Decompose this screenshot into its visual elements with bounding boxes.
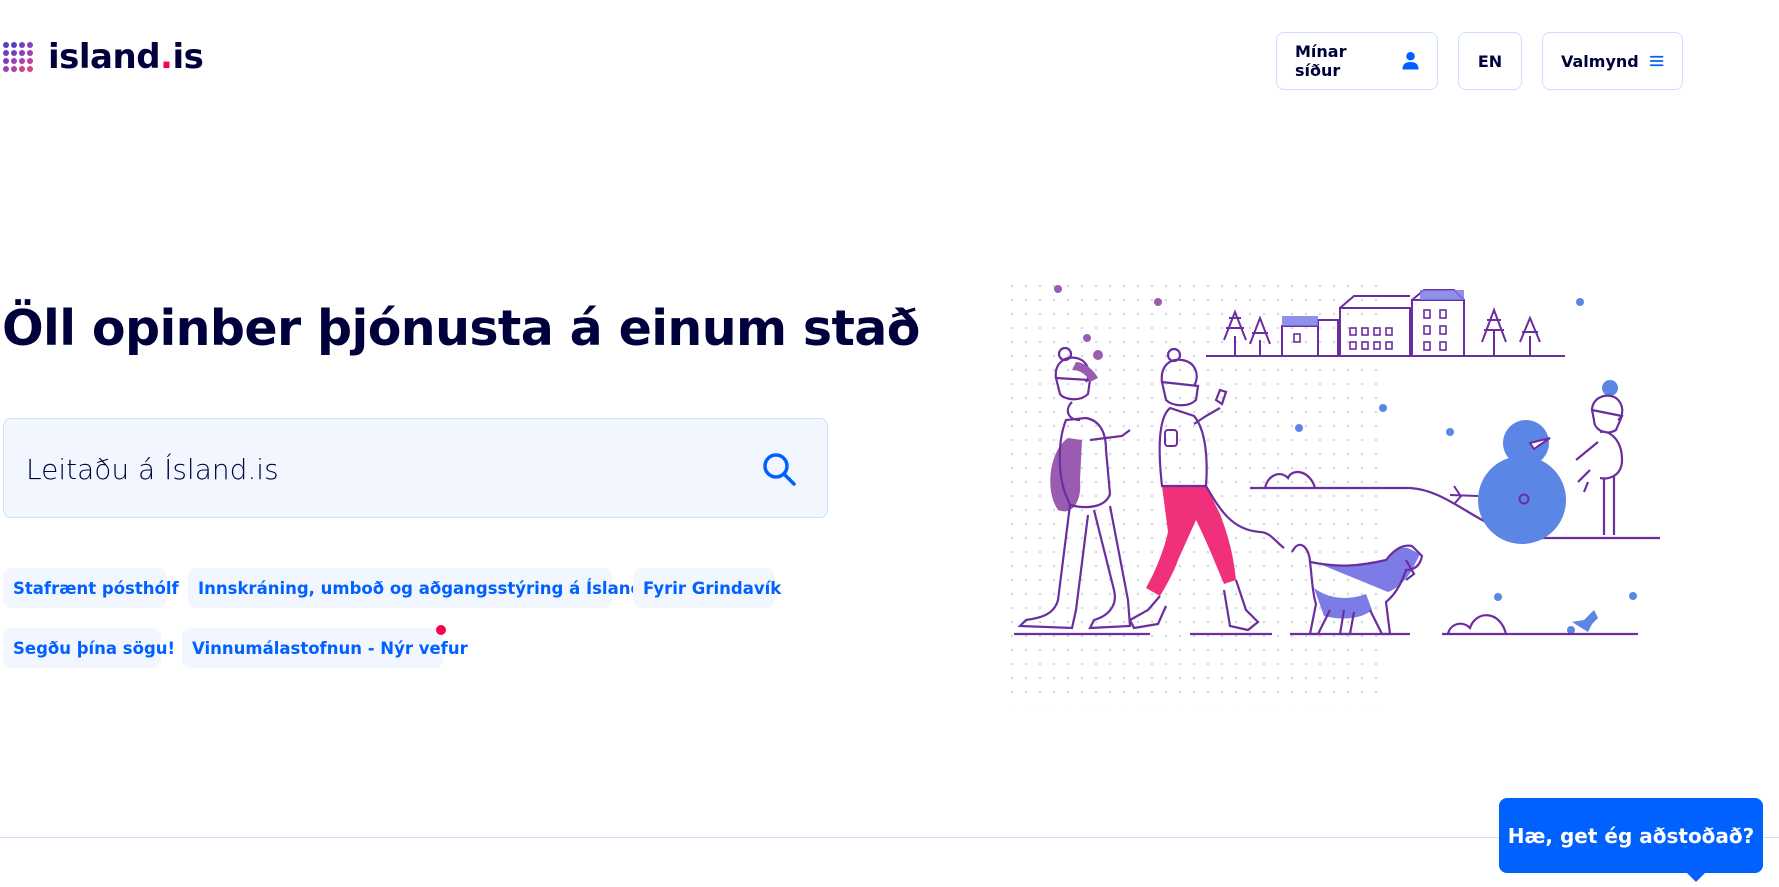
tag-tell-your-story[interactable]: Segðu þína sögu!: [3, 628, 175, 668]
tag-label: Stafrænt pósthólf: [13, 578, 179, 598]
my-pages-label: Mínar síður: [1295, 42, 1347, 80]
bird: [1572, 610, 1598, 632]
tag-login-access[interactable]: Innskráning, umboð og aðgangsstýring á Í…: [188, 568, 664, 608]
menu-button[interactable]: Valmynd: [1542, 32, 1683, 90]
bushes: [1442, 614, 1638, 636]
tag-directorate-of-labour[interactable]: Vinnumálastofnun - Nýr vefur: [182, 628, 468, 668]
user-icon: [1402, 52, 1419, 70]
my-pages-button[interactable]: Mínar síður: [1276, 32, 1438, 90]
chat-bubble-tail: [1686, 872, 1706, 882]
menu-icon: [1649, 55, 1664, 67]
tag-label: Vinnumálastofnun - Nýr vefur: [192, 638, 468, 658]
search-box[interactable]: [3, 418, 828, 518]
tag-label: Segðu þína sögu!: [13, 638, 176, 658]
chat-assistant-button[interactable]: Hæ, get ég aðstoðað?: [1499, 798, 1763, 873]
chat-label: Hæ, get ég aðstoðað?: [1507, 823, 1755, 848]
winter-walk-illustration: [1010, 275, 1660, 705]
logo-text: island.is: [48, 37, 204, 77]
language-button[interactable]: EN: [1458, 32, 1522, 90]
tag-label: Fyrir Grindavík: [643, 578, 782, 598]
search-input[interactable]: [24, 443, 728, 495]
language-label: EN: [1477, 51, 1503, 71]
logo-dots-icon: [2, 41, 34, 73]
child-figure: [1575, 380, 1624, 535]
snowman: [1449, 420, 1566, 544]
menu-label: Valmynd: [1561, 51, 1639, 71]
tag-grindavik[interactable]: Fyrir Grindavík: [633, 568, 781, 608]
notification-dot: [436, 625, 446, 635]
tag-label: Innskráning, umboð og aðgangsstýring á Í…: [198, 578, 665, 598]
page-title: Öll opinber þjónusta á einum stað: [2, 300, 920, 357]
search-icon[interactable]: [761, 451, 797, 487]
island-logo[interactable]: island.is: [2, 37, 204, 77]
tag-digital-mailbox[interactable]: Stafrænt pósthólf: [3, 568, 179, 608]
